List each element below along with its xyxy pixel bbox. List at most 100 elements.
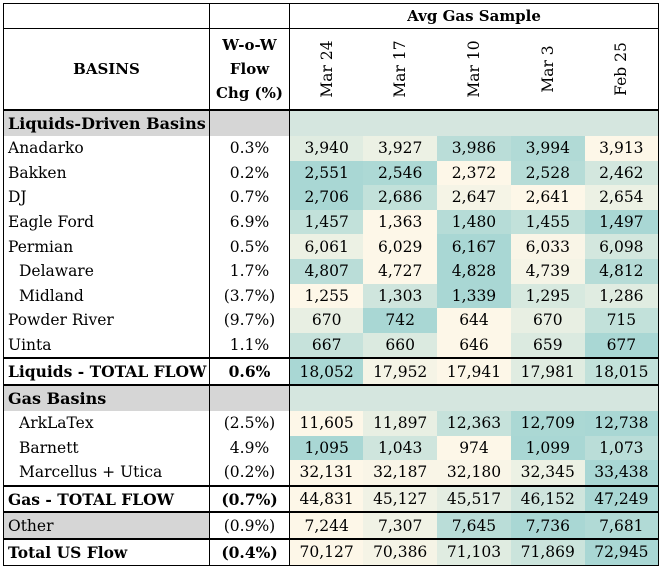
- basin-name: Eagle Ford: [3, 209, 210, 235]
- flow-value-cell: 17,941: [437, 357, 511, 385]
- flow-value-cell: 1,497: [584, 209, 660, 235]
- section-chg-blank: [209, 109, 290, 136]
- flow-value-cell: 660: [363, 332, 438, 359]
- basin-row: Eagle Ford 6.9% 1,457 1,363 1,480 1,455 1,497: [3, 209, 660, 235]
- basins-column-header: BASINS: [3, 28, 210, 110]
- wow-change: 0.6%: [209, 357, 290, 385]
- section-values-blank: [289, 109, 660, 136]
- basin-row: Midland (3.7%) 1,255 1,303 1,339 1,295 1,286: [3, 283, 660, 309]
- gas-flow-table: Avg Gas Sample BASINS W-o-W Flow Chg (%)…: [3, 3, 660, 566]
- wow-change: (2.5%): [209, 410, 290, 436]
- wow-change: (0.2%): [209, 460, 290, 486]
- basin-name: Permian: [3, 234, 210, 259]
- flow-value-cell: 4,812: [584, 258, 660, 284]
- flow-value-cell: 12,738: [584, 410, 660, 436]
- flow-value-cell: 1,455: [510, 209, 585, 235]
- basin-name: Liquids - TOTAL FLOW: [3, 357, 210, 385]
- flow-value-cell: 1,457: [289, 209, 364, 235]
- basin-name: Uinta: [3, 332, 210, 359]
- basin-row: DJ 0.7% 2,706 2,686 2,647 2,641 2,654: [3, 185, 660, 210]
- section-row: Liquids-Driven Basins: [3, 109, 660, 136]
- flow-value-cell: 1,073: [584, 435, 660, 461]
- header-column-row: BASINS W-o-W Flow Chg (%) Mar 24 Mar 17 …: [3, 28, 660, 110]
- flow-value-cell: 1,363: [363, 209, 438, 235]
- flow-value-cell: 45,127: [363, 484, 438, 513]
- flow-value-cell: 646: [437, 332, 511, 359]
- basin-row: Marcellus + Utica (0.2%) 32,131 32,187 32,18…: [3, 460, 660, 486]
- flow-value-cell: 7,736: [510, 511, 585, 539]
- flow-value-cell: 1,303: [363, 283, 438, 309]
- basin-row: Powder River (9.7%) 670 742 644 670 715: [3, 308, 660, 333]
- wow-change: 1.7%: [209, 258, 290, 284]
- flow-value-cell: 2,686: [363, 185, 438, 210]
- flow-value-cell: 1,480: [437, 209, 511, 235]
- flow-value-cell: 46,152: [510, 484, 585, 513]
- basin-row: Barnett 4.9% 1,095 1,043 974 1,099 1,073: [3, 435, 660, 461]
- header-blank-wow: [209, 3, 290, 29]
- wow-change: (0.4%): [209, 537, 290, 566]
- flow-value-cell: 644: [437, 308, 511, 333]
- flow-value-cell: 7,681: [584, 511, 660, 539]
- wow-change: 6.9%: [209, 209, 290, 235]
- wow-change: (0.9%): [209, 511, 290, 539]
- flow-value-cell: 659: [510, 332, 585, 359]
- total-row: Liquids - TOTAL FLOW 0.6% 18,052 17,952 17,9…: [3, 357, 660, 385]
- wow-change: 0.3%: [209, 136, 290, 161]
- basin-row: Delaware 1.7% 4,807 4,727 4,828 4,739 4,812: [3, 258, 660, 284]
- wow-change: 4.9%: [209, 435, 290, 461]
- wow-change: (9.7%): [209, 308, 290, 333]
- flow-value-cell: 1,043: [363, 435, 438, 461]
- basin-name: Total US Flow: [3, 537, 210, 566]
- date-header-0: Mar 24: [289, 28, 364, 110]
- basin-row: Uinta 1.1% 667 660 646 659 677: [3, 332, 660, 359]
- flow-value-cell: 2,647: [437, 185, 511, 210]
- flow-value-cell: 70,127: [289, 537, 364, 566]
- flow-value-cell: 1,255: [289, 283, 364, 309]
- flow-value-cell: 3,986: [437, 136, 511, 161]
- flow-value-cell: 32,187: [363, 460, 438, 486]
- avg-gas-sample-header: Avg Gas Sample: [289, 3, 660, 29]
- header-blank-basins: [3, 3, 210, 29]
- flow-value-cell: 17,981: [510, 357, 585, 385]
- flow-value-cell: 18,052: [289, 357, 364, 385]
- flow-value-cell: 667: [289, 332, 364, 359]
- other-row: Other (0.9%) 7,244 7,307 7,645 7,736 7,681: [3, 511, 660, 539]
- section-chg-blank: [209, 383, 290, 411]
- flow-value-cell: 670: [510, 308, 585, 333]
- date-header-3: Mar 3: [510, 28, 585, 110]
- flow-value-cell: 6,029: [363, 234, 438, 259]
- flow-value-cell: 72,945: [584, 537, 660, 566]
- flow-value-cell: 3,994: [510, 136, 585, 161]
- wow-change: 1.1%: [209, 332, 290, 359]
- flow-value-cell: 2,546: [363, 160, 438, 186]
- flow-value-cell: 677: [584, 332, 660, 359]
- basin-name: Powder River: [3, 308, 210, 333]
- date-header-2: Mar 10: [437, 28, 511, 110]
- flow-value-cell: 4,828: [437, 258, 511, 284]
- wow-change: 0.7%: [209, 185, 290, 210]
- basin-name: Delaware: [3, 258, 210, 284]
- flow-value-cell: 7,244: [289, 511, 364, 539]
- flow-value-cell: 3,927: [363, 136, 438, 161]
- wow-header-line-3: Chg (%): [215, 84, 283, 102]
- flow-value-cell: 70,386: [363, 537, 438, 566]
- basin-name: Anadarko: [3, 136, 210, 161]
- flow-value-cell: 2,654: [584, 185, 660, 210]
- flow-value-cell: 32,180: [437, 460, 511, 486]
- flow-value-cell: 974: [437, 435, 511, 461]
- header-group-row: Avg Gas Sample: [3, 3, 660, 29]
- section-label: Liquids-Driven Basins: [3, 109, 210, 136]
- flow-value-cell: 7,307: [363, 511, 438, 539]
- flow-value-cell: 2,372: [437, 160, 511, 186]
- flow-value-cell: 2,551: [289, 160, 364, 186]
- flow-value-cell: 11,897: [363, 410, 438, 436]
- flow-value-cell: 2,462: [584, 160, 660, 186]
- total-row: Gas - TOTAL FLOW (0.7%) 44,831 45,127 45,517…: [3, 484, 660, 513]
- basin-row: Bakken 0.2% 2,551 2,546 2,372 2,528 2,462: [3, 160, 660, 186]
- date-header-4: Feb 25: [584, 28, 660, 110]
- basin-row: Anadarko 0.3% 3,940 3,927 3,986 3,994 3,913: [3, 136, 660, 161]
- flow-value-cell: 1,286: [584, 283, 660, 309]
- basin-name: Barnett: [3, 435, 210, 461]
- flow-value-cell: 6,033: [510, 234, 585, 259]
- total-row: Total US Flow (0.4%) 70,127 70,386 71,103 71,…: [3, 537, 660, 566]
